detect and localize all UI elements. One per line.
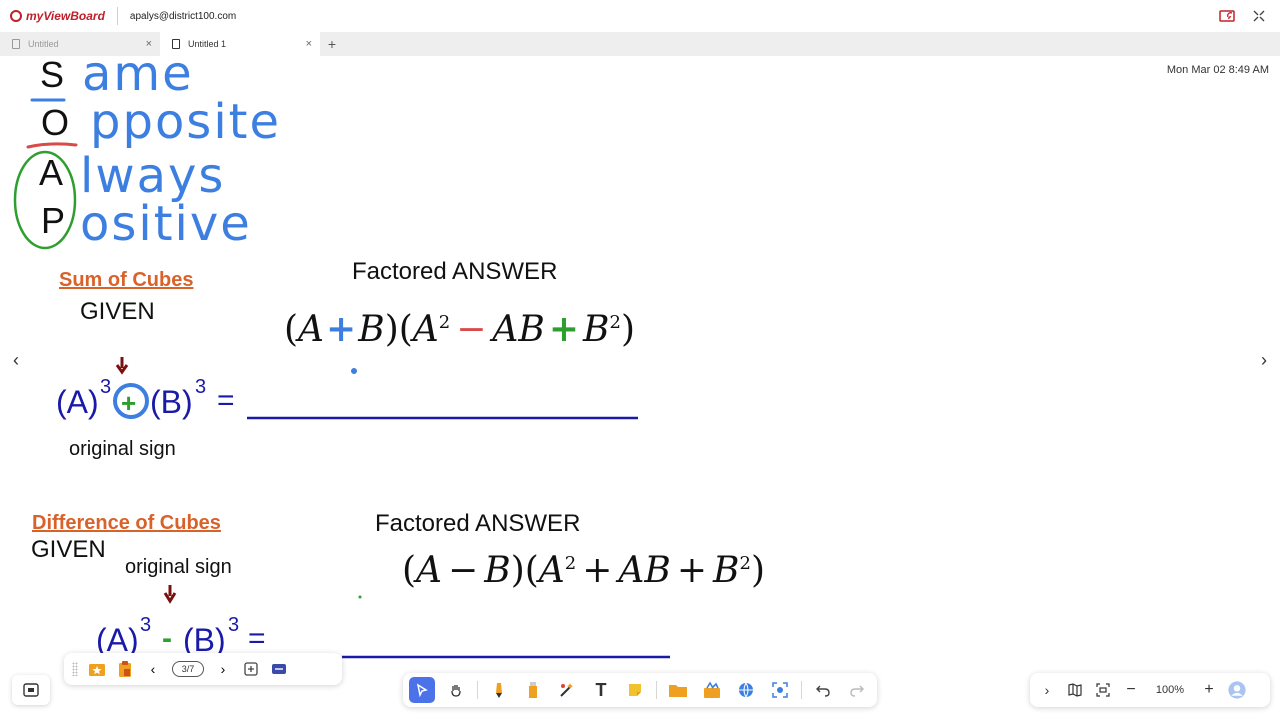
whiteboard-canvas[interactable]: S O A P ame pposite lways ositive Sum of…: [0, 46, 1280, 720]
page-toolbar: ‹ 3/7 ›: [64, 653, 342, 685]
zoom-level: 100%: [1155, 684, 1185, 696]
toolbox-icon[interactable]: [699, 677, 725, 703]
tab-label: Untitled 1: [188, 39, 227, 49]
folder-icon[interactable]: [665, 677, 691, 703]
drag-handle[interactable]: [72, 662, 78, 676]
sum-sign-circle: [113, 383, 149, 419]
add-tab-icon[interactable]: +: [320, 32, 344, 56]
underline-o-stroke: [26, 142, 78, 149]
divider: [116, 7, 118, 25]
whiteboard-app: myViewBoard apalys@district100.com Untit…: [0, 0, 1280, 720]
top-bar: myViewBoard apalys@district100.com: [0, 0, 1280, 32]
select-tool-icon[interactable]: [409, 677, 435, 703]
prev-page-arrow-icon[interactable]: ‹: [6, 350, 26, 370]
zoom-out-icon[interactable]: −: [1122, 681, 1140, 699]
page-overview-icon[interactable]: [270, 660, 288, 678]
magic-pen-tool-icon[interactable]: [554, 677, 580, 703]
screenshot-icon[interactable]: [12, 675, 50, 705]
logo-text: myViewBoard: [26, 9, 105, 23]
divider: [801, 681, 802, 699]
clipboard-icon[interactable]: [116, 660, 134, 678]
pen-tool-icon[interactable]: [486, 677, 512, 703]
arrow-down-icon: [163, 585, 177, 604]
ink-dot: [351, 368, 357, 374]
globe-icon[interactable]: [733, 677, 759, 703]
app-logo: myViewBoard: [10, 9, 105, 23]
divider: [477, 681, 478, 699]
sticky-note-tool-icon[interactable]: [622, 677, 648, 703]
add-page-icon[interactable]: [242, 660, 260, 678]
ink-layer: [13, 98, 670, 659]
arrow-down-icon: [115, 357, 129, 375]
zoom-in-icon[interactable]: +: [1200, 681, 1218, 699]
close-icon[interactable]: ×: [306, 38, 312, 50]
next-page-arrow-icon[interactable]: ›: [1254, 350, 1274, 370]
cast-icon[interactable]: [1218, 7, 1236, 25]
highlighter-tool-icon[interactable]: [520, 677, 546, 703]
circle-a-p-stroke: [13, 150, 77, 250]
chevron-right-icon[interactable]: ›: [1038, 681, 1056, 699]
logo-icon: [10, 10, 22, 22]
account-email[interactable]: apalys@district100.com: [130, 11, 236, 22]
redo-icon[interactable]: [844, 677, 870, 703]
map-icon[interactable]: [1066, 681, 1084, 699]
chevron-left-icon[interactable]: ‹: [144, 660, 162, 678]
ink-dot: [358, 595, 362, 599]
collapse-icon[interactable]: [1250, 7, 1268, 25]
star-folder-icon[interactable]: [88, 660, 106, 678]
text-tool-icon[interactable]: T: [588, 677, 614, 703]
undo-icon[interactable]: [810, 677, 836, 703]
tools-toolbar: T: [403, 673, 877, 707]
avatar[interactable]: [1228, 681, 1246, 699]
page-indicator[interactable]: 3/7: [172, 661, 204, 677]
capture-icon[interactable]: [767, 677, 793, 703]
fit-screen-icon[interactable]: [1094, 681, 1112, 699]
chevron-right-icon[interactable]: ›: [214, 660, 232, 678]
hand-tool-icon[interactable]: [443, 677, 469, 703]
divider: [656, 681, 657, 699]
zoom-toolbar: › − 100% +: [1030, 673, 1270, 707]
document-icon: [12, 39, 20, 49]
